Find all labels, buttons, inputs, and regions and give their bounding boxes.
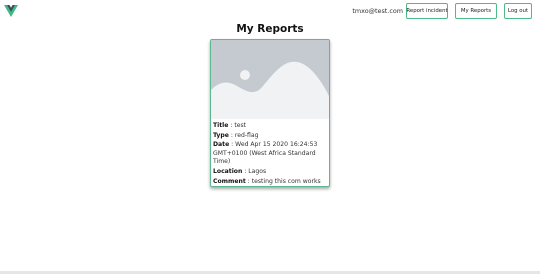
vue-logo-icon[interactable] — [4, 5, 18, 17]
report-comment-line: Comment : testing this com works — [213, 177, 327, 186]
type-label: Type — [213, 131, 229, 139]
date-label: Date — [213, 141, 230, 149]
log-out-button[interactable]: Log out — [504, 3, 532, 19]
comment-label: Comment — [213, 177, 246, 185]
user-email: tmxo@test.com — [352, 7, 403, 15]
report-title-value: test — [234, 122, 247, 129]
report-location-line: Location : Lagos — [213, 168, 327, 177]
report-date-line: Date : Wed Apr 15 2020 16:24:53 GMT+0100… — [213, 141, 327, 167]
report-card: Title : test Type : red-flag Date : Wed … — [210, 39, 330, 187]
navbar: tmxo@test.com Report incident My Reports… — [0, 0, 540, 24]
report-type-line: Type : red-flag — [213, 132, 327, 141]
page-title: My Reports — [236, 23, 304, 35]
report-incident-button[interactable]: Report incident — [406, 3, 448, 19]
report-location-value: Lagos — [248, 167, 267, 175]
report-comment-value: testing this com works — [251, 177, 321, 185]
image-placeholder-icon — [211, 40, 329, 119]
title-label: Title — [213, 122, 229, 129]
report-details: Title : test Type : red-flag Date : Wed … — [211, 119, 329, 186]
report-title-line: Title : test — [213, 122, 327, 131]
page: tmxo@test.com Report incident My Reports… — [0, 0, 540, 274]
report-type-value: red-flag — [234, 131, 259, 139]
my-reports-button[interactable]: My Reports — [455, 3, 497, 19]
location-label: Location — [213, 167, 243, 175]
